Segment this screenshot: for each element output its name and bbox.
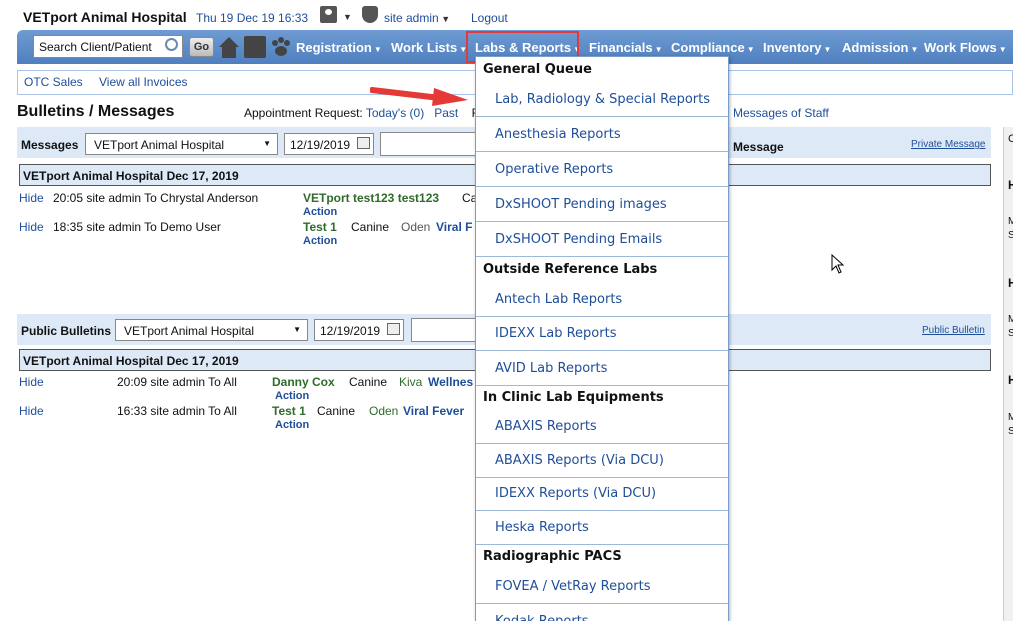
view-invoices-link[interactable]: View all Invoices — [99, 75, 188, 89]
page-title: Bulletins / Messages — [17, 103, 175, 120]
appointment-request: Appointment Request: Today's (0) Past R — [244, 106, 480, 120]
hide-link[interactable]: Hide — [19, 191, 44, 205]
right-panel-letter: H — [1008, 276, 1013, 290]
bulletins-label: Public Bulletins — [21, 324, 112, 338]
pet-name: Kiva — [399, 375, 423, 389]
user-icon[interactable] — [320, 6, 337, 23]
patient-link[interactable]: Test 1 — [272, 404, 306, 418]
appt-past-link[interactable]: Past — [434, 106, 458, 120]
pet-name: Oden — [401, 220, 431, 234]
hospital-name: VETport Animal Hospital — [23, 9, 187, 25]
menu-item-dxshoot-images[interactable]: DxSHOOT Pending images — [476, 187, 728, 222]
menu-item-lab-radiology[interactable]: Lab, Radiology & Special Reports — [476, 82, 728, 117]
patient-link[interactable]: Danny Cox — [272, 375, 335, 389]
action-link[interactable]: Action — [303, 206, 337, 218]
nav-work-flows[interactable]: Work Flows ▼ — [924, 40, 1007, 55]
home-icon[interactable] — [218, 35, 240, 59]
species: Canine — [351, 220, 390, 234]
menu-item-abaxis-dcu[interactable]: ABAXIS Reports (Via DCU) — [476, 443, 728, 478]
messages-hospital-select[interactable]: VETport Animal Hospital — [85, 133, 278, 155]
messages-label: Messages — [21, 138, 79, 152]
search-input[interactable]: Search Client/Patient — [33, 35, 183, 58]
action-link[interactable]: Action — [303, 235, 337, 247]
menu-item-idexx-dcu[interactable]: IDEXX Reports (Via DCU) — [476, 476, 728, 511]
right-panel-letter: M — [1008, 412, 1013, 423]
bulletin-text: 20:09 site admin To All — [117, 375, 237, 389]
general-queue-heading: General Queue — [483, 62, 592, 77]
right-panel-letter: M — [1008, 314, 1013, 325]
user-caret-icon[interactable]: ▼ — [343, 12, 352, 22]
action-link[interactable]: Action — [275, 419, 309, 431]
nav-admission[interactable]: Admission ▼ — [842, 40, 918, 55]
right-panel-letter: S — [1008, 426, 1013, 437]
otc-sales-link[interactable]: OTC Sales — [24, 75, 83, 89]
hide-link[interactable]: Hide — [19, 375, 44, 389]
menu-item-kodak[interactable]: Kodak Reports — [476, 604, 728, 621]
search-icon[interactable] — [165, 38, 178, 51]
menu-item-fovea[interactable]: FOVEA / VetRay Reports — [476, 569, 728, 604]
shield-icon — [362, 6, 378, 23]
menu-item-anesthesia[interactable]: Anesthesia Reports — [476, 117, 728, 152]
right-panel-letter: S — [1008, 230, 1013, 241]
date-picker-icon[interactable] — [387, 323, 400, 335]
annotation-arrow-icon — [370, 87, 468, 106]
date-picker-icon[interactable] — [357, 137, 370, 149]
menu-item-dxshoot-emails[interactable]: DxSHOOT Pending Emails — [476, 222, 728, 257]
appt-today-link[interactable]: Today's (0) — [366, 106, 424, 120]
logout-link[interactable]: Logout — [471, 11, 508, 25]
pacs-heading: Radiographic PACS — [483, 549, 622, 564]
right-panel-letter: M — [1008, 216, 1013, 227]
mouse-cursor-icon — [831, 254, 845, 274]
right-panel-letter: H — [1008, 178, 1013, 192]
menu-item-heska[interactable]: Heska Reports — [476, 510, 728, 545]
outside-labs-heading: Outside Reference Labs — [483, 262, 658, 277]
message-text: 20:05 site admin To Chrystal Anderson — [53, 191, 259, 205]
user-menu[interactable]: site admin ▼ — [384, 11, 450, 25]
appt-label: Appointment Request: — [244, 106, 363, 120]
action-link[interactable]: Action — [275, 390, 309, 402]
datetime: Thu 19 Dec 19 16:33 — [196, 11, 309, 25]
paw-icon[interactable] — [269, 35, 293, 59]
nav-inventory[interactable]: Inventory ▼ — [763, 40, 831, 55]
nav-compliance[interactable]: Compliance ▼ — [671, 40, 755, 55]
pet-name: Oden — [369, 404, 399, 418]
bulletin-text: 16:33 site admin To All — [117, 404, 237, 418]
species: Canine — [349, 375, 388, 389]
go-button[interactable]: Go — [189, 37, 214, 57]
menu-item-antech[interactable]: Antech Lab Reports — [476, 282, 728, 317]
menu-item-abaxis[interactable]: ABAXIS Reports — [476, 409, 728, 444]
bulletins-hospital-select[interactable]: VETport Animal Hospital — [115, 319, 308, 341]
messages-text-input[interactable] — [380, 132, 480, 156]
calendar-icon[interactable] — [244, 36, 266, 58]
species: Canine — [317, 404, 356, 418]
nav-registration[interactable]: Registration ▼ — [296, 40, 382, 55]
right-panel-letter: C — [1008, 133, 1013, 145]
right-panel-letter: S — [1008, 328, 1013, 339]
hide-link[interactable]: Hide — [19, 220, 44, 234]
message-text: 18:35 site admin To Demo User — [53, 220, 221, 234]
reason-link[interactable]: Wellnes — [428, 375, 473, 389]
private-message-link[interactable]: Private Message — [911, 139, 985, 150]
reason-link[interactable]: Viral Fever — [403, 404, 464, 418]
patient-link[interactable]: Test 1 — [303, 220, 337, 234]
menu-item-avid[interactable]: AVID Lab Reports — [476, 351, 728, 386]
labs-reports-dropdown: General Queue Lab, Radiology & Special R… — [475, 56, 729, 621]
messages-of-staff-link[interactable]: Messages of Staff — [733, 106, 829, 120]
hide-link[interactable]: Hide — [19, 404, 44, 418]
nav-work-lists[interactable]: Work Lists ▼ — [391, 40, 467, 55]
bulletins-text-input[interactable] — [411, 318, 481, 342]
patient-link[interactable]: VETport test123 test123 — [303, 191, 439, 205]
in-clinic-heading: In Clinic Lab Equipments — [483, 390, 664, 405]
reason-link[interactable]: Viral F — [436, 220, 472, 234]
nav-financials[interactable]: Financials ▼ — [589, 40, 663, 55]
right-panel-letter: H — [1008, 373, 1013, 387]
menu-item-operative[interactable]: Operative Reports — [476, 152, 728, 187]
message-column-label: Message — [733, 140, 784, 154]
public-bulletin-link[interactable]: Public Bulletin — [922, 325, 985, 336]
menu-item-idexx[interactable]: IDEXX Lab Reports — [476, 316, 728, 351]
